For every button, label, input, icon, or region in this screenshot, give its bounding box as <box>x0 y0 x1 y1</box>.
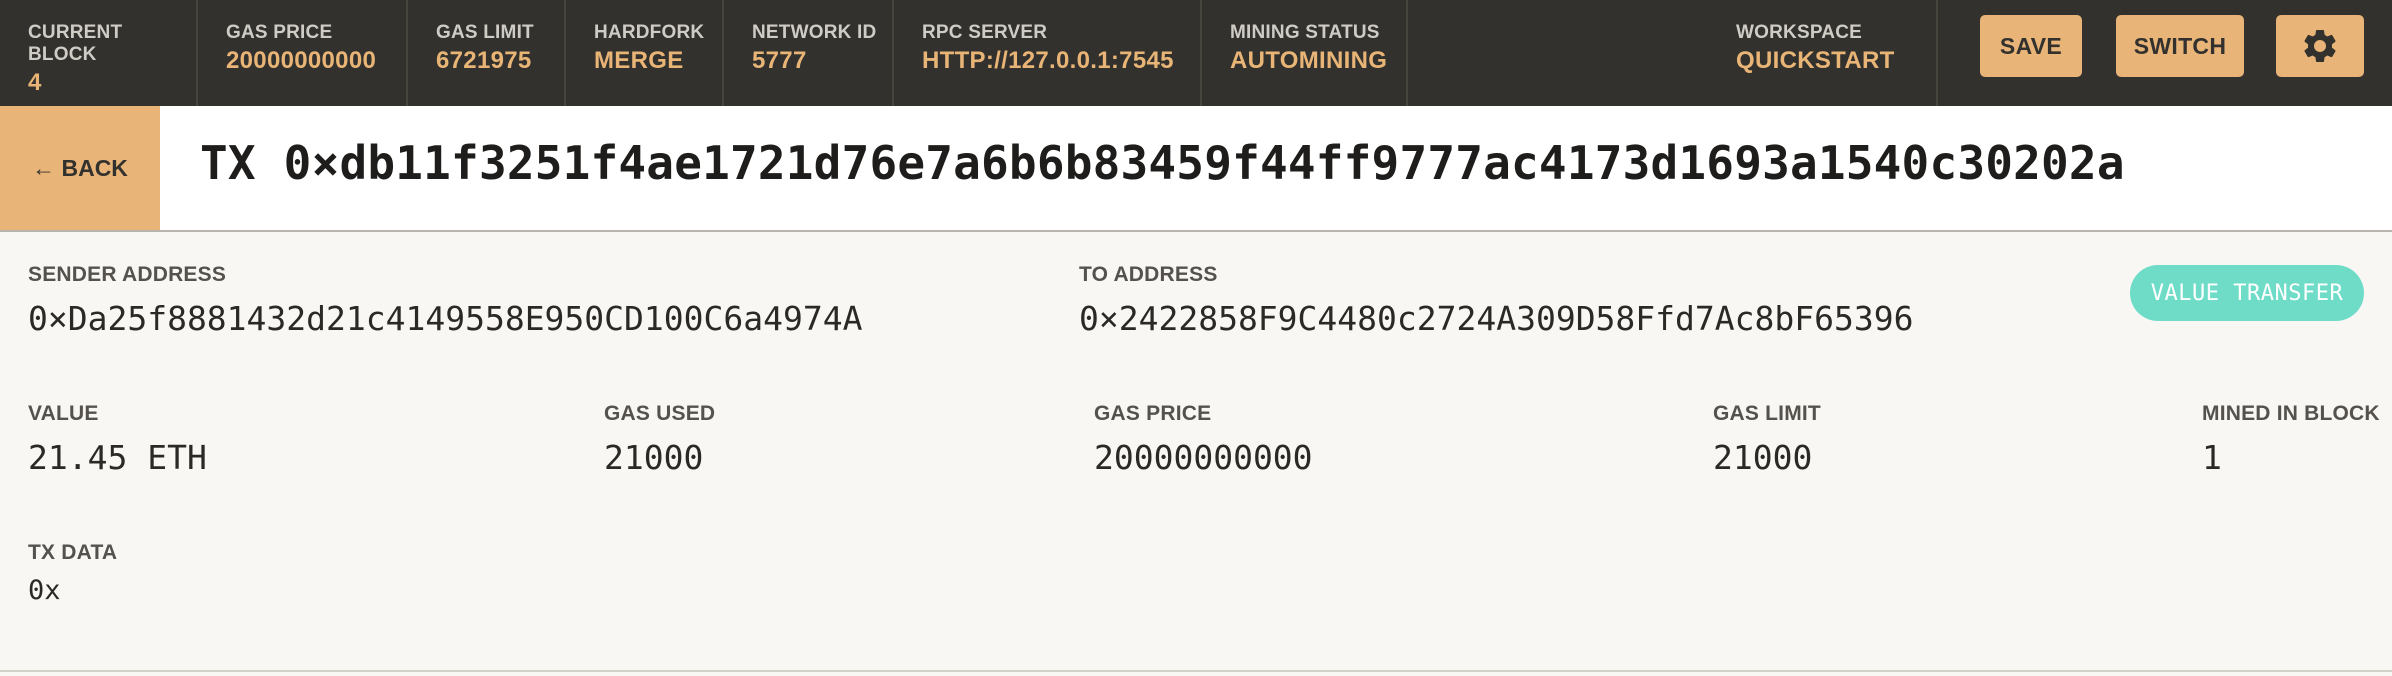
stat-value: HTTP://127.0.0.1:7545 <box>922 47 1174 74</box>
field-label: VALUE <box>28 402 99 425</box>
gas-price-field: GAS PRICE 20000000000 <box>1094 402 1313 477</box>
mined-in-block-link[interactable]: 1 <box>2202 438 2380 477</box>
stat-hardfork: HARDFORK MERGE <box>566 0 724 106</box>
workspace-info: WORKSPACE QUICKSTART <box>1708 0 1936 106</box>
mined-in-block-field: MINED IN BLOCK 1 <box>2202 402 2380 477</box>
value-amount: 21.45 ETH <box>28 438 207 477</box>
workspace-name: QUICKSTART <box>1736 47 1895 74</box>
stat-value: 6721975 <box>436 47 532 74</box>
field-label: TO ADDRESS <box>1079 263 1218 286</box>
transaction-title-bar: ← BACK TX 0×db11f3251f4ae1721d76e7a6b6b8… <box>0 106 2392 232</box>
sender-address-value: 0×Da25f8881432d21c4149558E950CD100C6a497… <box>28 299 863 338</box>
workspace-label: WORKSPACE <box>1736 22 1863 43</box>
field-label: GAS USED <box>604 402 716 425</box>
settings-button[interactable] <box>2276 15 2364 77</box>
stat-label: NETWORK ID <box>752 22 877 43</box>
stat-current-block: CURRENT BLOCK 4 <box>0 0 198 106</box>
stat-label: CURRENT BLOCK <box>28 22 123 65</box>
save-button[interactable]: SAVE <box>1980 15 2082 77</box>
gas-used-field: GAS USED 21000 <box>604 402 715 477</box>
page-title: TX 0×db11f3251f4ae1721d76e7a6b6b83459f44… <box>200 136 2125 190</box>
to-address-value: 0×2422858F9C4480c2724A309D58Ffd7Ac8bF653… <box>1079 299 1914 338</box>
stat-value: 5777 <box>752 47 807 74</box>
gear-icon <box>2304 30 2336 62</box>
gas-price-value: 20000000000 <box>1094 438 1313 477</box>
back-button[interactable]: ← BACK <box>0 106 160 230</box>
field-label: GAS PRICE <box>1094 402 1212 425</box>
stat-value: 20000000000 <box>226 47 377 74</box>
stat-label: HARDFORK <box>594 22 705 43</box>
stat-mining-status: MINING STATUS AUTOMINING <box>1202 0 1408 106</box>
tx-data-value: 0x <box>28 575 61 606</box>
field-label: GAS LIMIT <box>1713 402 1821 425</box>
stat-value: 4 <box>28 69 42 96</box>
stat-label: GAS LIMIT <box>436 22 534 43</box>
stat-value: AUTOMINING <box>1230 47 1388 74</box>
gas-used-value: 21000 <box>604 438 704 477</box>
stat-label: MINING STATUS <box>1230 22 1380 43</box>
value-field: VALUE 21.45 ETH <box>28 402 207 477</box>
app-window: CURRENT BLOCK 4 GAS PRICE 20000000000 GA… <box>0 0 2392 676</box>
stat-gas-limit: GAS LIMIT 6721975 <box>408 0 566 106</box>
switch-button[interactable]: SWITCH <box>2116 15 2244 77</box>
divider <box>0 670 2392 672</box>
gas-limit-value: 21000 <box>1713 438 1813 477</box>
stat-label: GAS PRICE <box>226 22 333 43</box>
stat-rpc-server: RPC SERVER HTTP://127.0.0.1:7545 <box>894 0 1202 106</box>
field-label: MINED IN BLOCK <box>2202 402 2380 425</box>
tx-data-field: TX DATA 0x <box>28 541 117 606</box>
sender-address-field: SENDER ADDRESS 0×Da25f8881432d21c4149558… <box>28 263 862 338</box>
to-address-field: TO ADDRESS 0×2422858F9C4480c2724A309D58F… <box>1079 263 1913 338</box>
top-bar: CURRENT BLOCK 4 GAS PRICE 20000000000 GA… <box>0 0 2392 106</box>
gas-limit-field: GAS LIMIT 21000 <box>1713 402 1821 477</box>
stat-label: RPC SERVER <box>922 22 1048 43</box>
field-label: SENDER ADDRESS <box>28 263 227 286</box>
transaction-type-badge: VALUE TRANSFER <box>2130 265 2364 321</box>
stat-gas-price: GAS PRICE 20000000000 <box>198 0 408 106</box>
stat-network-id: NETWORK ID 5777 <box>724 0 894 106</box>
topbar-divider <box>1936 0 1938 106</box>
stat-value: MERGE <box>594 47 684 74</box>
field-label: TX DATA <box>28 541 118 564</box>
